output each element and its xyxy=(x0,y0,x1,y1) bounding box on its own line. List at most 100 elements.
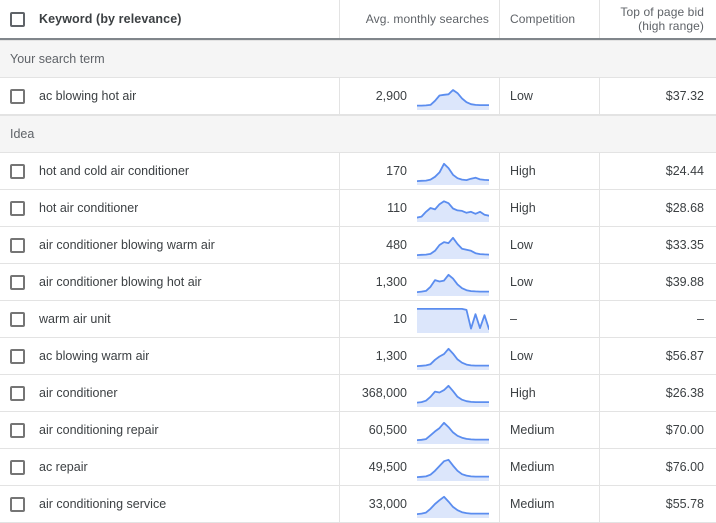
row-cell-top-of-page-bid: $76.00 xyxy=(600,449,716,485)
row-cell-avg-monthly-searches: 33,000 xyxy=(340,486,500,522)
top-of-page-bid-value: $55.78 xyxy=(665,497,704,511)
row-select-checkbox[interactable] xyxy=(10,459,25,475)
group-row: Your search term xyxy=(0,40,716,78)
row-cell-competition: Low xyxy=(500,78,600,114)
row-cell-competition: Medium xyxy=(500,412,600,448)
row-cell-competition: Low xyxy=(500,227,600,263)
keyword-text: air conditioning repair xyxy=(39,423,159,437)
row-select-checkbox[interactable] xyxy=(10,237,25,253)
avg-monthly-searches-value: 1,300 xyxy=(375,275,407,289)
search-volume-sparkline xyxy=(417,384,489,407)
keyword-text: ac repair xyxy=(39,460,88,474)
top-of-page-bid-value: $26.38 xyxy=(665,386,704,400)
row-cell-top-of-page-bid: $33.35 xyxy=(600,227,716,263)
competition-value: Low xyxy=(510,89,533,103)
search-volume-sparkline xyxy=(417,236,489,259)
header-cell-avg-monthly-searches[interactable]: Avg. monthly searches xyxy=(340,0,500,38)
row-cell-avg-monthly-searches: 368,000 xyxy=(340,375,500,411)
row-select-checkbox[interactable] xyxy=(10,274,25,290)
row-select-checkbox[interactable] xyxy=(10,348,25,364)
table-row[interactable]: ac blowing hot air 2,900 Low $37.32 xyxy=(0,78,716,115)
table-row[interactable]: hot and cold air conditioner 170 High $24.4… xyxy=(0,153,716,190)
avg-monthly-searches-value: 60,500 xyxy=(368,423,407,437)
competition-value: High xyxy=(510,164,536,178)
header-label-top-of-page-bid: Top of page bid (high range) xyxy=(620,5,704,33)
keyword-planner-table: Keyword (by relevance) Avg. monthly sear… xyxy=(0,0,716,523)
row-cell-top-of-page-bid: $39.88 xyxy=(600,264,716,300)
row-cell-avg-monthly-searches: 1,300 xyxy=(340,338,500,374)
top-of-page-bid-value: $28.68 xyxy=(665,201,704,215)
header-label-top-of-page-bid-line2: (high range) xyxy=(638,19,704,33)
competition-value: Low xyxy=(510,275,533,289)
top-of-page-bid-value: $56.87 xyxy=(665,349,704,363)
row-cell-competition: High xyxy=(500,190,600,226)
row-select-checkbox[interactable] xyxy=(10,88,25,104)
search-volume-sparkline xyxy=(417,458,489,481)
competition-value: Low xyxy=(510,349,533,363)
header-label-avg-monthly-searches: Avg. monthly searches xyxy=(365,12,489,26)
row-cell-keyword: hot and cold air conditioner xyxy=(0,153,340,189)
avg-monthly-searches-value: 33,000 xyxy=(368,497,407,511)
table-row[interactable]: air conditioner blowing warm air 480 Low $3… xyxy=(0,227,716,264)
avg-monthly-searches-value: 49,500 xyxy=(368,460,407,474)
table-header-row: Keyword (by relevance) Avg. monthly sear… xyxy=(0,0,716,40)
row-cell-top-of-page-bid: $55.78 xyxy=(600,486,716,522)
table-row[interactable]: hot air conditioner 110 High $28.68 xyxy=(0,190,716,227)
keyword-text: hot and cold air conditioner xyxy=(39,164,190,178)
competition-value: Medium xyxy=(510,497,555,511)
competition-value: High xyxy=(510,201,536,215)
row-cell-keyword: air conditioning service xyxy=(0,486,340,522)
keyword-text: air conditioner blowing warm air xyxy=(39,238,215,252)
header-label-competition: Competition xyxy=(510,12,576,26)
header-cell-keyword: Keyword (by relevance) xyxy=(0,0,340,38)
row-select-checkbox[interactable] xyxy=(10,311,25,327)
table-row[interactable]: air conditioner 368,000 High $26.38 xyxy=(0,375,716,412)
table-row[interactable]: air conditioning service 33,000 Medium $55.… xyxy=(0,486,716,523)
search-volume-sparkline xyxy=(417,421,489,444)
row-cell-keyword: ac blowing hot air xyxy=(0,78,340,114)
select-all-checkbox[interactable] xyxy=(10,11,25,27)
row-select-checkbox[interactable] xyxy=(10,422,25,438)
search-volume-sparkline xyxy=(417,89,489,110)
row-cell-keyword: ac blowing warm air xyxy=(0,338,340,374)
top-of-page-bid-value: $76.00 xyxy=(665,460,704,474)
competition-value: Medium xyxy=(510,460,555,474)
top-of-page-bid-value: – xyxy=(697,312,704,326)
table-row[interactable]: air conditioner blowing hot air 1,300 Low $… xyxy=(0,264,716,301)
avg-monthly-searches-value: 2,900 xyxy=(375,89,407,103)
row-cell-avg-monthly-searches: 49,500 xyxy=(340,449,500,485)
group-row-label: Idea xyxy=(10,127,35,141)
table-row[interactable]: warm air unit 10 – – xyxy=(0,301,716,338)
competition-value: – xyxy=(510,312,517,326)
top-of-page-bid-value: $33.35 xyxy=(665,238,704,252)
row-cell-avg-monthly-searches: 110 xyxy=(340,190,500,226)
row-select-checkbox[interactable] xyxy=(10,385,25,401)
avg-monthly-searches-value: 10 xyxy=(393,312,407,326)
row-cell-avg-monthly-searches: 60,500 xyxy=(340,412,500,448)
top-of-page-bid-value: $70.00 xyxy=(665,423,704,437)
competition-value: Medium xyxy=(510,423,555,437)
table-row[interactable]: ac blowing warm air 1,300 Low $56.87 xyxy=(0,338,716,375)
row-cell-keyword: air conditioner blowing hot air xyxy=(0,264,340,300)
row-select-checkbox[interactable] xyxy=(10,163,25,179)
search-volume-sparkline xyxy=(417,308,489,333)
row-select-checkbox[interactable] xyxy=(10,200,25,216)
header-cell-top-of-page-bid[interactable]: Top of page bid (high range) xyxy=(600,0,716,38)
table-row[interactable]: air conditioning repair 60,500 Medium $70.0… xyxy=(0,412,716,449)
row-cell-keyword: warm air unit xyxy=(0,301,340,337)
row-select-checkbox[interactable] xyxy=(10,496,25,512)
table-row[interactable]: ac repair 49,500 Medium $76.00 xyxy=(0,449,716,486)
keyword-text: air conditioner blowing hot air xyxy=(39,275,202,289)
row-cell-keyword: hot air conditioner xyxy=(0,190,340,226)
row-cell-avg-monthly-searches: 480 xyxy=(340,227,500,263)
group-row-label: Your search term xyxy=(10,52,105,66)
avg-monthly-searches-value: 480 xyxy=(386,238,407,252)
keyword-text: ac blowing warm air xyxy=(39,349,150,363)
keyword-text: air conditioner xyxy=(39,386,118,400)
header-label-top-of-page-bid-line1: Top of page bid xyxy=(620,5,704,19)
avg-monthly-searches-value: 368,000 xyxy=(361,386,407,400)
row-cell-competition: Medium xyxy=(500,486,600,522)
row-cell-avg-monthly-searches: 1,300 xyxy=(340,264,500,300)
row-cell-top-of-page-bid: $28.68 xyxy=(600,190,716,226)
header-cell-competition[interactable]: Competition xyxy=(500,0,600,38)
